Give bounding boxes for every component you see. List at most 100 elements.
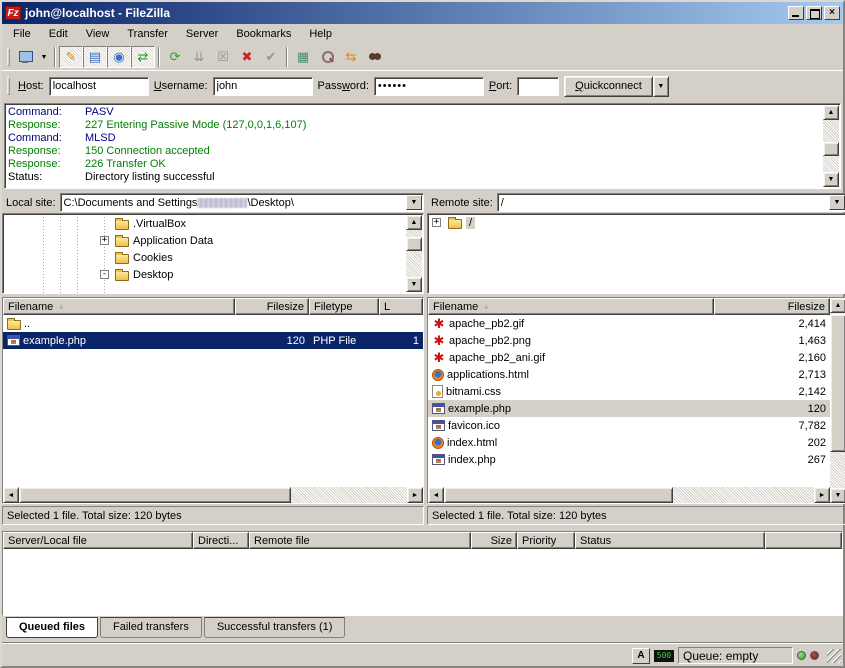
maximize-button[interactable] <box>806 6 822 20</box>
toggle-queue-button[interactable]: ⇄ <box>131 46 155 68</box>
site-manager-button[interactable] <box>13 46 37 68</box>
chevron-down-icon[interactable]: ▼ <box>406 195 422 210</box>
menu-file[interactable]: File <box>4 26 40 42</box>
log-scrollbar[interactable]: ▲ ▼ <box>823 105 839 187</box>
column-header-filename[interactable]: Filename▲ <box>428 298 714 315</box>
scroll-left-arrow-icon[interactable]: ◄ <box>3 487 19 503</box>
cancel-operation-button[interactable]: ☒ <box>211 46 235 68</box>
process-queue-button[interactable]: ⇊ <box>187 46 211 68</box>
scroll-down-arrow-icon[interactable]: ▼ <box>823 172 839 187</box>
find-files-button[interactable] <box>363 46 387 68</box>
toolbar-grip[interactable] <box>7 48 10 66</box>
scroll-down-arrow-icon[interactable]: ▼ <box>406 277 422 292</box>
quickconnect-grip[interactable] <box>7 77 10 95</box>
password-input[interactable] <box>374 77 484 96</box>
column-header-status[interactable]: Status <box>575 532 765 549</box>
column-header-filetype[interactable]: Filetype <box>309 298 379 315</box>
scroll-up-arrow-icon[interactable]: ▲ <box>823 105 839 120</box>
collapse-icon[interactable]: - <box>100 270 109 279</box>
toggle-message-log-button[interactable]: ✎ <box>59 46 83 68</box>
menu-view[interactable]: View <box>77 26 119 42</box>
close-button[interactable]: × <box>824 6 840 20</box>
filename-filters-button[interactable] <box>315 46 339 68</box>
scroll-right-arrow-icon[interactable]: ► <box>407 487 423 503</box>
column-header-filesize[interactable]: Filesize <box>714 298 830 315</box>
menu-transfer[interactable]: Transfer <box>118 26 177 42</box>
scroll-down-arrow-icon[interactable]: ▼ <box>830 488 845 503</box>
table-row-example-php[interactable]: example.php 120 PHP File 1 <box>3 332 423 349</box>
chevron-down-icon[interactable]: ▼ <box>829 195 845 210</box>
directory-comparison-button[interactable]: ▦ <box>291 46 315 68</box>
transfer-type-indicator[interactable]: A <box>632 648 650 664</box>
toggle-local-tree-button[interactable]: ▤ <box>83 46 107 68</box>
local-path-combo[interactable]: C:\Documents and Settings\Desktop\ ▼ <box>60 193 424 212</box>
resize-grip[interactable] <box>827 649 841 663</box>
scroll-right-arrow-icon[interactable]: ► <box>814 487 830 503</box>
tree-item-virtualbox[interactable]: .VirtualBox <box>3 215 406 232</box>
speed-limit-indicator[interactable]: 500 <box>654 650 674 662</box>
scroll-left-arrow-icon[interactable]: ◄ <box>428 487 444 503</box>
remote-vertical-scrollbar[interactable]: ▲ ▼ <box>830 298 845 503</box>
username-input[interactable] <box>213 77 313 96</box>
tree-item-cookies[interactable]: Cookies <box>3 249 406 266</box>
menu-bookmarks[interactable]: Bookmarks <box>227 26 300 42</box>
expand-icon[interactable]: + <box>432 218 441 227</box>
toggle-remote-tree-button[interactable]: ◉ <box>107 46 131 68</box>
scrollbar-thumb[interactable] <box>823 142 839 156</box>
tab-failed-transfers[interactable]: Failed transfers <box>100 617 202 638</box>
table-row[interactable]: ✱apache_pb2.png1,463 <box>428 332 830 349</box>
table-row[interactable]: favicon.ico7,782 <box>428 417 830 434</box>
scroll-up-arrow-icon[interactable]: ▲ <box>830 298 845 313</box>
remote-horizontal-scrollbar[interactable]: ◄ ► <box>428 487 830 503</box>
remote-path-combo[interactable]: / ▼ <box>497 193 845 212</box>
table-row[interactable]: ✱apache_pb2.gif2,414 <box>428 315 830 332</box>
host-input[interactable] <box>49 77 149 96</box>
quickconnect-button[interactable]: Quickconnect <box>564 76 653 97</box>
column-header-server-local-file[interactable]: Server/Local file <box>3 532 193 549</box>
table-row[interactable]: index.html202 <box>428 434 830 451</box>
table-row[interactable]: ✱apache_pb2_ani.gif2,160 <box>428 349 830 366</box>
reconnect-button[interactable]: ✔ <box>259 46 283 68</box>
scrollbar-thumb[interactable] <box>444 487 673 503</box>
column-header-filename[interactable]: Filename▲ <box>3 298 235 315</box>
local-tree-scrollbar[interactable]: ▲ ▼ <box>406 215 422 292</box>
quickconnect-dropdown-button[interactable]: ▼ <box>653 76 669 97</box>
tree-item-application-data[interactable]: +Application Data <box>3 232 406 249</box>
expand-icon[interactable]: + <box>100 236 109 245</box>
local-status-line: Selected 1 file. Total size: 120 bytes <box>2 506 424 525</box>
column-header-remote-file[interactable]: Remote file <box>249 532 471 549</box>
disconnect-button[interactable]: ✖ <box>235 46 259 68</box>
port-input[interactable] <box>517 77 559 96</box>
queue-header: Server/Local file Directi... Remote file… <box>3 532 842 549</box>
column-header-priority[interactable]: Priority <box>517 532 575 549</box>
column-header-filesize[interactable]: Filesize <box>235 298 309 315</box>
local-site-label: Local site: <box>2 197 60 209</box>
table-row-parent-dir[interactable]: .. <box>3 315 423 332</box>
scrollbar-thumb[interactable] <box>19 487 291 503</box>
table-row[interactable]: index.php267 <box>428 451 830 468</box>
folder-icon <box>7 320 21 330</box>
menu-server[interactable]: Server <box>177 26 227 42</box>
local-horizontal-scrollbar[interactable]: ◄ ► <box>3 487 423 503</box>
column-header-last-modified[interactable]: L <box>379 298 423 315</box>
site-manager-dropdown-button[interactable]: ▼ <box>37 46 51 68</box>
filezilla-logo-icon: Fz <box>5 6 21 20</box>
table-row[interactable]: applications.html2,713 <box>428 366 830 383</box>
tab-successful-transfers[interactable]: Successful transfers (1) <box>204 617 346 638</box>
tab-queued-files[interactable]: Queued files <box>6 617 98 638</box>
tree-item-desktop[interactable]: -Desktop <box>3 266 406 283</box>
tree-item-root[interactable]: +/ <box>428 214 845 231</box>
column-header-size[interactable]: Size <box>471 532 517 549</box>
column-header-direction[interactable]: Directi... <box>193 532 249 549</box>
scrollbar-thumb[interactable] <box>406 237 422 251</box>
table-row-example-php[interactable]: example.php120 <box>428 400 830 417</box>
menu-edit[interactable]: Edit <box>40 26 77 42</box>
scroll-up-arrow-icon[interactable]: ▲ <box>406 215 422 230</box>
refresh-button[interactable]: ⟳ <box>163 46 187 68</box>
synchronized-browsing-button[interactable]: ⇆ <box>339 46 363 68</box>
scrollbar-thumb[interactable] <box>830 314 845 452</box>
remote-file-list: Filename▲ Filesize ✱apache_pb2.gif2,414 … <box>427 297 845 504</box>
minimize-button[interactable] <box>788 6 804 20</box>
table-row[interactable]: bitnami.css2,142 <box>428 383 830 400</box>
menu-help[interactable]: Help <box>300 26 341 42</box>
